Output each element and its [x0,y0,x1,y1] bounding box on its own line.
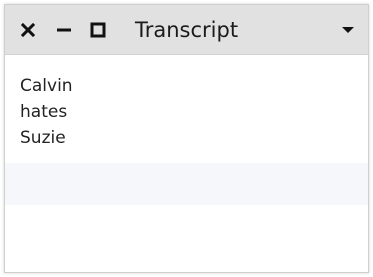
close-button[interactable] [17,5,39,55]
window-titlebar[interactable]: Transcript [5,5,368,55]
window-title: Transcript [135,18,239,42]
minimize-icon [57,28,71,32]
transcript-line: hates [20,102,68,122]
transcript-window: Transcript Calvin hates Suzie [4,4,369,273]
line-highlight [5,163,368,205]
transcript-lines: Calvin hates Suzie [20,73,73,151]
maximize-button[interactable] [87,5,109,55]
dropdown-triangle-icon [342,27,354,33]
window-menu-button[interactable] [334,5,362,55]
minimize-button[interactable] [53,5,75,55]
close-icon [21,23,35,37]
transcript-text-area[interactable]: Calvin hates Suzie [5,55,368,272]
maximize-icon [90,22,106,38]
transcript-line: Calvin [20,76,73,96]
transcript-line: Suzie [20,128,66,148]
